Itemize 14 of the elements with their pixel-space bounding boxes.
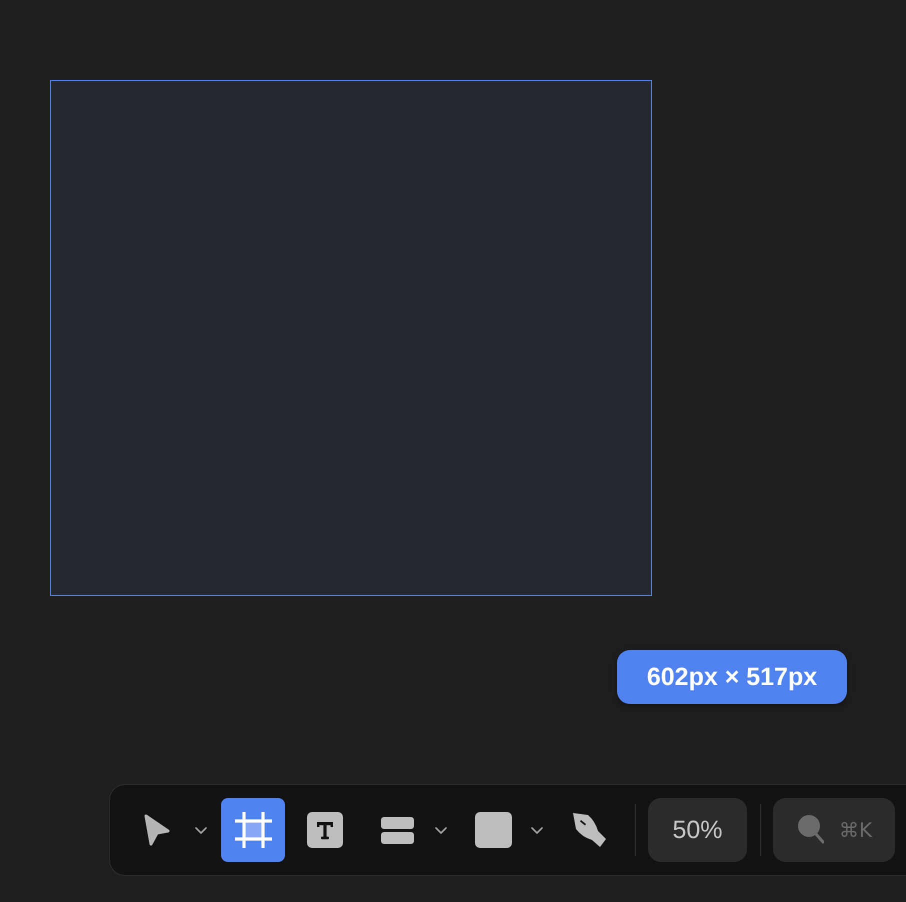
chevron-down-icon <box>195 826 207 834</box>
rectangle-icon <box>474 812 512 848</box>
pen-nib-icon <box>570 812 608 848</box>
search-icon <box>797 814 824 846</box>
zoom-level-button[interactable]: 50% <box>648 798 747 862</box>
shortcut-label: ⌘K <box>839 818 872 842</box>
text-icon <box>307 812 343 848</box>
frame-tool-button[interactable] <box>221 798 285 862</box>
stack-icon <box>380 816 414 844</box>
chevron-down-icon <box>435 826 447 834</box>
chevron-down-icon <box>531 826 543 834</box>
size-badge: 602px × 517px <box>617 650 847 704</box>
frame-icon <box>234 812 272 848</box>
pointer-icon <box>143 813 171 847</box>
